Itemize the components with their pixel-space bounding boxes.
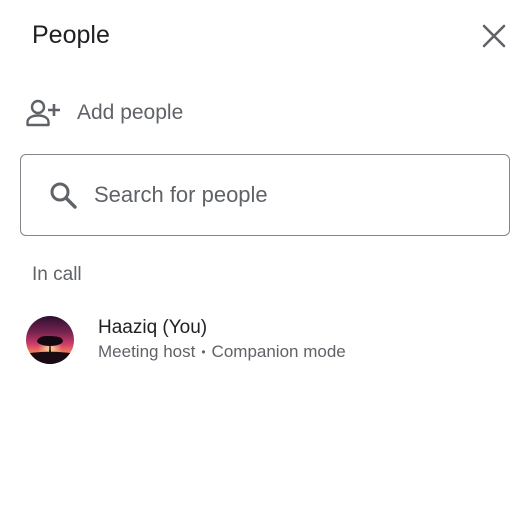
participant-meta: Meeting host • Companion mode: [98, 340, 346, 364]
person-add-icon: [24, 93, 64, 133]
add-people-button[interactable]: Add people: [20, 90, 193, 136]
panel-title: People: [32, 21, 110, 49]
people-panel: People Add people In call: [0, 0, 531, 505]
meta-separator: •: [201, 345, 206, 359]
participant-name: Haaziq (You): [98, 317, 208, 338]
search-icon: [48, 180, 78, 210]
avatar: [26, 316, 74, 364]
search-box[interactable]: [20, 154, 510, 236]
participant-row[interactable]: Haaziq (You) Meeting host • Companion mo…: [20, 306, 511, 374]
in-call-section-label: In call: [32, 264, 82, 285]
participant-mode: Companion mode: [211, 342, 346, 361]
search-input[interactable]: [92, 181, 476, 209]
close-icon: [482, 24, 506, 48]
participant-info: Haaziq (You) Meeting host • Companion mo…: [98, 316, 346, 364]
add-people-label: Add people: [77, 101, 184, 124]
participant-role: Meeting host: [98, 342, 196, 361]
panel-header: People: [0, 0, 531, 72]
close-button[interactable]: [474, 16, 514, 56]
